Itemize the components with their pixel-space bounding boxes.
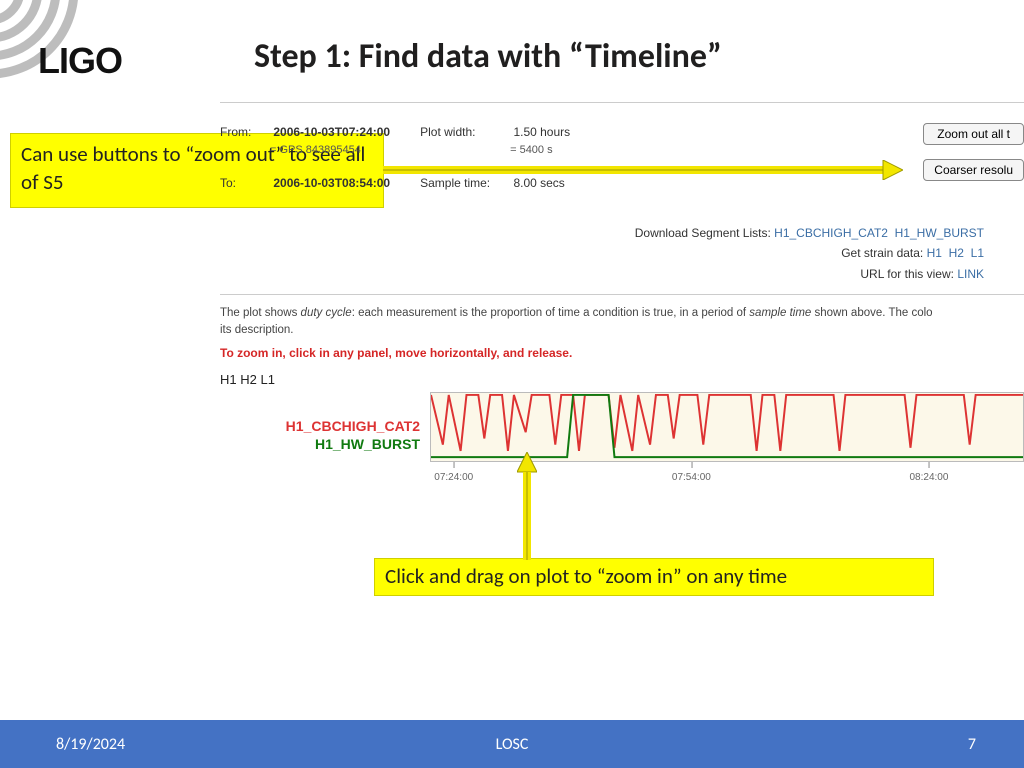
info-row: From: 2006-10-03T07:24:00 = GPS 84389545… [220,123,1024,193]
segment-link-hwburst[interactable]: H1_HW_BURST [895,226,984,240]
from-gps: = GPS 843895454 [270,142,390,160]
divider [220,294,1024,295]
zoom-buttons-col: Zoom out all t Coarser resolu [923,123,1024,193]
callout-zoom-in: Click and drag on plot to “zoom in” on a… [374,558,934,596]
to-value: 2006-10-03T08:54:00 [273,176,390,190]
channel-label-hwburst: H1_HW_BURST [220,436,420,454]
segment-link-cbchigh[interactable]: H1_CBCHIGH_CAT2 [774,226,888,240]
xtick-2: 08:24:00 [909,472,948,483]
desc-suffix: its description. [220,324,294,336]
zoom-out-all-button[interactable]: Zoom out all t [923,123,1024,145]
plotwidth-label: Plot width: [420,123,510,142]
arrow-up-icon [517,452,537,560]
plotwidth-value: 1.50 hours [513,125,570,139]
strain-link-l1[interactable]: L1 [971,246,984,260]
footer-date: 8/19/2024 [56,735,125,754]
footer-page-number: 7 [968,735,976,754]
logo-text: LIGO [38,40,122,82]
coarser-resolution-button[interactable]: Coarser resolu [923,159,1024,181]
xtick-1: 07:54:00 [672,472,711,483]
slide-footer: 8/19/2024 LOSC 7 [0,720,1024,768]
from-value: 2006-10-03T07:24:00 [273,125,390,139]
italic-sample-time: sample time [749,307,811,319]
url-view-link[interactable]: LINK [957,267,984,281]
to-label: To: [220,174,270,193]
channel-labels: H1_CBCHIGH_CAT2 H1_HW_BURST [220,418,420,453]
from-to-col: From: 2006-10-03T07:24:00 = GPS 84389545… [220,123,390,193]
italic-duty-cycle: duty cycle [301,307,352,319]
arrow-right-icon [383,160,903,180]
strain-link-h1[interactable]: H1 [927,246,942,260]
page-title: Step 1: Find data with “Timeline” [254,36,722,77]
channel-label-cbchigh: H1_CBCHIGH_CAT2 [220,418,420,436]
detector-labels: H1 H2 L1 [220,372,1024,387]
logo-area: LIGO [0,0,200,100]
strain-link-h2[interactable]: H2 [949,246,964,260]
url-view-label: URL for this view: [860,267,954,281]
plotwidth-sub: = 5400 s [510,142,570,160]
segment-lists-label: Download Segment Lists: [635,226,771,240]
width-sample-col: Plot width: 1.50 hours = 5400 s Sample t… [420,123,570,193]
plot-description: The plot shows duty cycle: each measurem… [220,305,1024,340]
xtick-0: 07:24:00 [434,472,473,483]
from-label: From: [220,123,270,142]
zoom-instructions: To zoom in, click in any panel, move hor… [220,346,1024,360]
footer-title: LOSC [496,735,529,754]
download-block: Download Segment Lists: H1_CBCHIGH_CAT2 … [220,223,1024,284]
divider [220,102,1024,103]
strain-data-label: Get strain data: [841,246,923,260]
